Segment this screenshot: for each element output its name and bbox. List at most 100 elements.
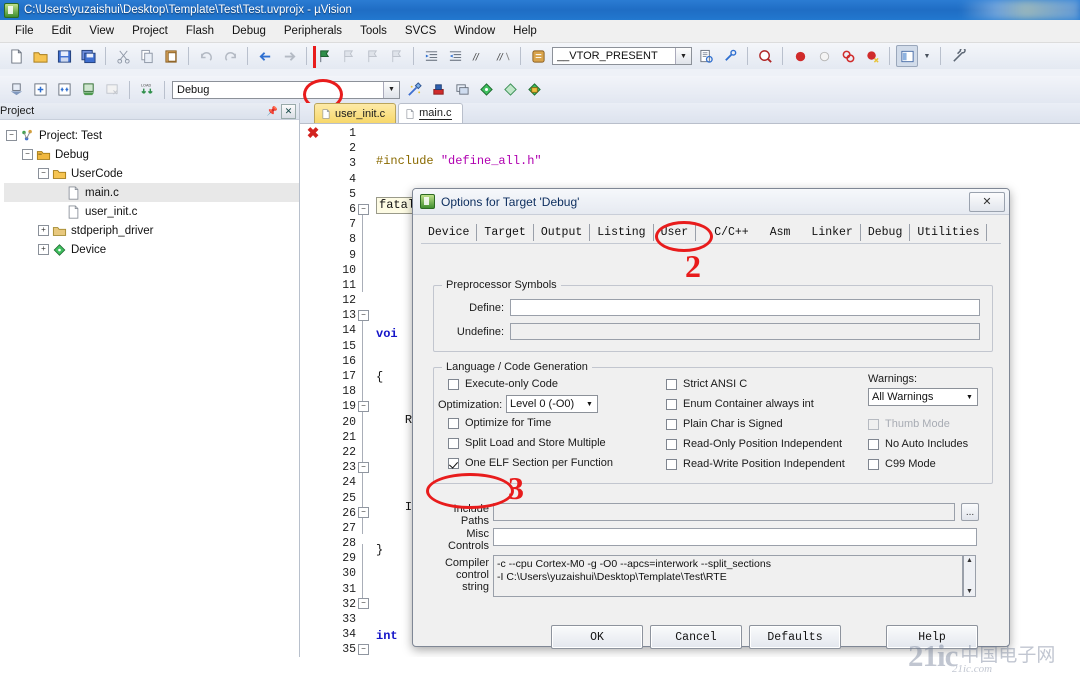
dialog-close-button[interactable]: ✕ [969,191,1005,212]
menu-item-peripherals[interactable]: Peripherals [275,22,351,40]
bookmark-toggle-icon[interactable] [313,45,335,67]
new-file-icon[interactable] [5,45,27,67]
find-icon[interactable] [754,45,776,67]
editor-gutter[interactable]: ✖ [300,124,326,679]
enum-container-always-int-checkbox[interactable] [666,399,677,410]
insert-define-icon[interactable] [527,45,549,67]
window-layout-icon[interactable] [896,45,918,67]
tree-item-project-test[interactable]: − Project: Test [4,126,299,145]
tab-debug[interactable]: Debug [861,223,911,241]
include-paths-input[interactable] [493,503,955,521]
editor-tab-main-c[interactable]: main.c [398,103,463,123]
optimization-combo[interactable]: Level 0 (-O0) ▼ [506,395,598,413]
target-selector-combo[interactable]: Debug ▼ [172,80,400,99]
build-icon[interactable] [29,79,51,101]
menu-item-window[interactable]: Window [445,22,504,40]
c99-mode-checkbox[interactable] [868,459,879,470]
search-symbol-icon[interactable] [719,45,741,67]
menu-item-svcs[interactable]: SVCS [396,22,445,40]
fold-toggle-icon[interactable]: − [358,507,369,518]
expander-icon[interactable]: − [6,130,17,141]
define-input[interactable] [510,299,980,316]
pin-icon[interactable]: 📌 [266,105,279,118]
defaults-button[interactable]: Defaults [749,625,841,649]
scroll-down-icon[interactable]: ▼ [966,588,973,595]
fold-toggle-icon[interactable]: − [358,644,369,655]
fold-toggle-icon[interactable]: − [358,462,369,473]
window-layout-dropdown-icon[interactable]: ▼ [920,45,934,67]
options-for-target-icon[interactable] [403,79,425,101]
misc-controls-input[interactable] [493,528,977,546]
rebuild-icon[interactable] [53,79,75,101]
indent-icon[interactable] [420,45,442,67]
tree-item-user-init-c[interactable]: user_init.c [4,202,299,221]
compiler-control-string-textarea[interactable]: -c --cpu Cortex-M0 -g -O0 --apcs=interwo… [493,555,963,597]
plain-char-is-signed-checkbox[interactable] [666,419,677,430]
translate-icon[interactable] [5,79,27,101]
chevron-down-icon[interactable]: ▼ [383,81,399,98]
tree-item-debug[interactable]: − Debug [4,145,299,164]
select-software-packs-icon[interactable] [523,79,545,101]
ok-button[interactable]: OK [551,625,643,649]
menu-item-help[interactable]: Help [504,22,546,40]
strict-ansi-c-checkbox[interactable] [666,379,677,390]
fold-toggle-icon[interactable]: − [358,204,369,215]
scroll-up-icon[interactable]: ▲ [966,557,973,564]
execute-only-code-checkbox[interactable] [448,379,459,390]
no-auto-includes-checkbox[interactable] [868,439,879,450]
navigate-back-icon[interactable] [254,45,276,67]
expander-icon[interactable]: − [22,149,33,160]
menu-item-file[interactable]: File [6,22,43,40]
read-only-position-independent-checkbox[interactable] [666,439,677,450]
outdent-icon[interactable] [444,45,466,67]
menu-item-project[interactable]: Project [123,22,177,40]
manage-multi-project-icon[interactable] [451,79,473,101]
pack-installer-icon[interactable] [475,79,497,101]
tab-device[interactable]: Device [421,223,478,241]
tree-item-usercode[interactable]: − UserCode [4,164,299,183]
include-paths-browse-button[interactable]: ... [961,503,979,521]
tree-item-stdperiph-driver[interactable]: + stdperiph_driver [4,221,299,240]
tab-target[interactable]: Target [477,223,534,241]
code-folding-bar[interactable]: − − − − − − − [358,124,372,679]
menu-item-flash[interactable]: Flash [177,22,223,40]
chevron-down-icon[interactable]: ▼ [675,48,691,64]
manage-run-time-env-icon[interactable] [499,79,521,101]
uncomment-icon[interactable]: // [492,45,514,67]
cut-icon[interactable] [112,45,134,67]
tab-output[interactable]: Output [534,223,591,241]
find-in-files-icon[interactable] [695,45,717,67]
tab-asm[interactable]: Asm [763,224,805,241]
batch-build-icon[interactable] [77,79,99,101]
compiler-control-string-scrollbar[interactable]: ▲ ▼ [963,555,976,597]
copy-icon[interactable] [136,45,158,67]
chevron-down-icon[interactable]: ▼ [582,396,597,412]
comment-icon[interactable]: // [468,45,490,67]
read-write-position-independent-checkbox[interactable] [666,459,677,470]
tree-item-main-c[interactable]: main.c [4,183,299,202]
menu-item-debug[interactable]: Debug [223,22,275,40]
breakpoint-insert-icon[interactable] [789,45,811,67]
open-file-icon[interactable] [29,45,51,67]
fold-toggle-icon[interactable]: − [358,310,369,321]
menu-item-edit[interactable]: Edit [43,22,81,40]
split-load-and-store-multiple-checkbox[interactable] [448,438,459,449]
expander-icon[interactable]: − [38,168,49,179]
download-icon[interactable]: LOAD [136,79,158,101]
close-icon[interactable]: ✕ [281,103,296,119]
one-elf-section-per-function-checkbox[interactable] [448,458,459,469]
menu-item-tools[interactable]: Tools [351,22,396,40]
paste-icon[interactable] [160,45,182,67]
cancel-button[interactable]: Cancel [650,625,742,649]
expander-icon[interactable]: + [38,225,49,236]
fold-toggle-icon[interactable]: − [358,401,369,412]
tree-item-device[interactable]: + Device [4,240,299,259]
save-icon[interactable] [53,45,75,67]
breakpoint-disableall-icon[interactable] [861,45,883,67]
breakpoint-killall-icon[interactable] [837,45,859,67]
vtor-define-combo[interactable]: __VTOR_PRESENT ▼ [552,47,692,65]
editor-tab-user-init-c[interactable]: user_init.c [314,103,397,123]
breakpoint-disable-icon[interactable] [813,45,835,67]
warnings-combo[interactable]: All Warnings ▼ [868,388,978,406]
undefine-input[interactable] [510,323,980,340]
